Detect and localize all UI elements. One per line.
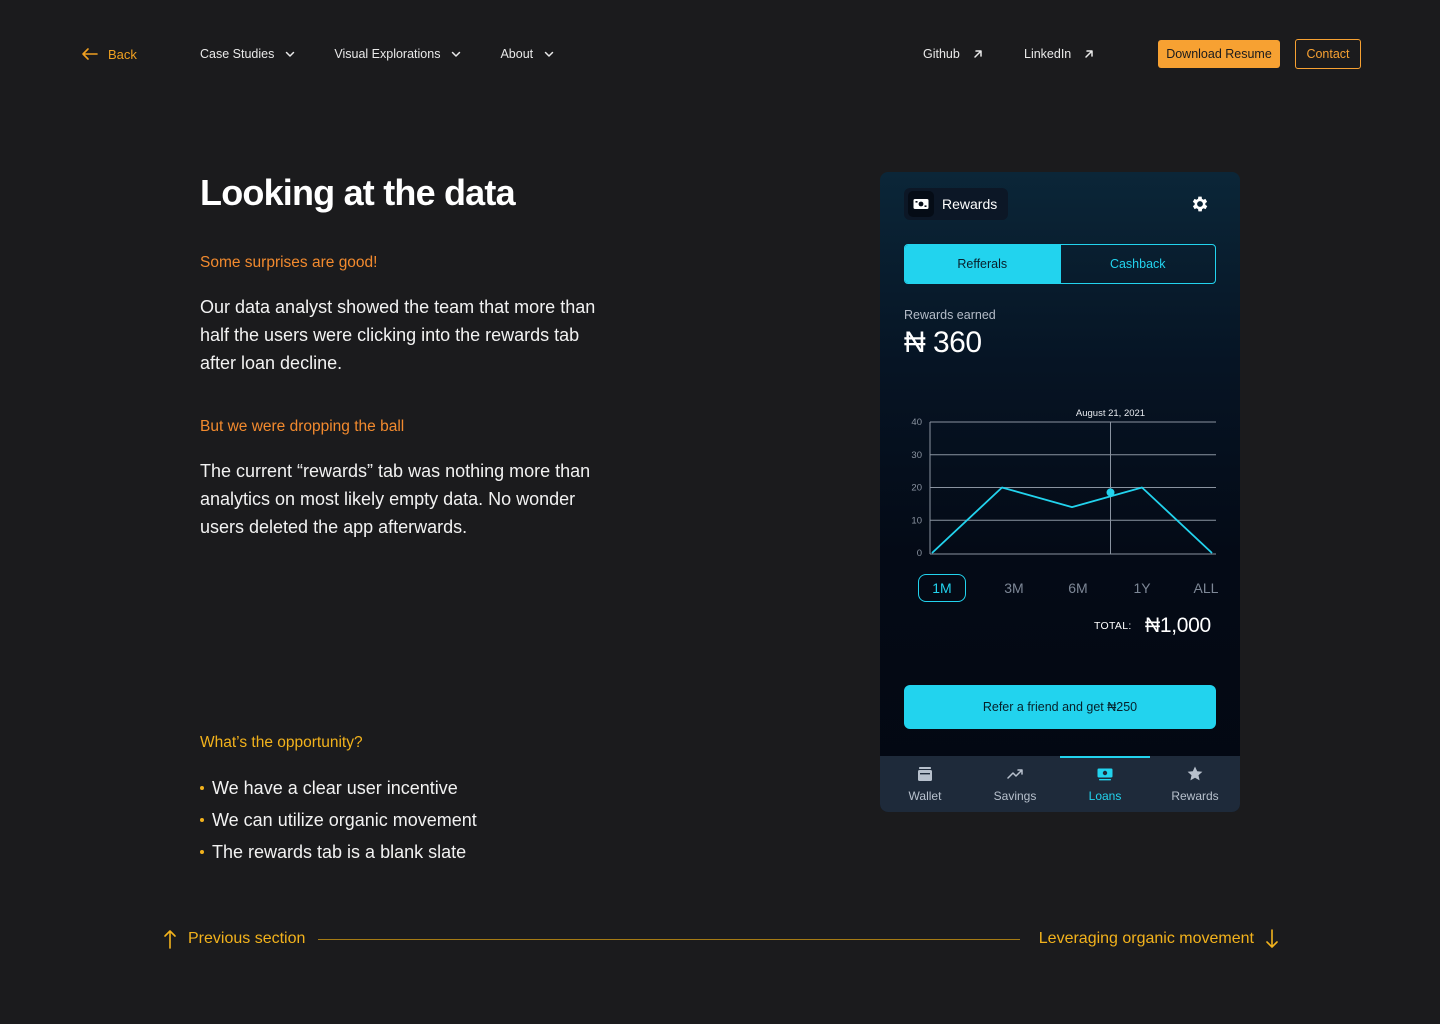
previous-section-link[interactable]: Previous section	[162, 928, 305, 950]
y-tick-label: 30	[911, 450, 922, 461]
trend-up-icon	[1007, 769, 1023, 779]
star-icon	[1187, 766, 1203, 781]
period-3m[interactable]: 3M	[982, 574, 1046, 602]
tab-loans[interactable]: Loans	[1060, 756, 1150, 812]
back-link[interactable]: Back	[80, 44, 137, 64]
opportunity-list: We have a clear user incentive We can ut…	[200, 772, 477, 868]
external-arrow-icon	[974, 50, 982, 58]
rewards-line-chart: 0 10 20 30 40 August 21, 2021	[911, 408, 1216, 559]
previous-section-label: Previous section	[188, 930, 306, 947]
rewards-header-title: Rewards	[942, 196, 998, 212]
tab-label: Rewards	[1171, 789, 1219, 803]
menu-item-about[interactable]: About	[500, 44, 555, 64]
bullet-dot	[200, 786, 204, 790]
refer-friend-button[interactable]: Refer a friend and get ₦250	[904, 685, 1216, 729]
subheading-opportunity: What’s the opportunity?	[200, 734, 363, 751]
subheading-surprises: Some surprises are good!	[200, 254, 378, 271]
github-label: Github	[923, 47, 960, 61]
bullet-dot	[200, 850, 204, 854]
list-item: The rewards tab is a blank slate	[200, 836, 477, 868]
menu-item-case-studies[interactable]: Case Studies	[200, 44, 296, 64]
bullet-dot	[200, 818, 204, 822]
period-6m[interactable]: 6M	[1046, 574, 1110, 602]
menu-item-visual-explorations[interactable]: Visual Explorations	[334, 44, 462, 64]
list-item: We can utilize organic movement	[200, 804, 477, 836]
linkedin-label: LinkedIn	[1024, 47, 1072, 61]
highlight-date-label: August 21, 2021	[1076, 408, 1145, 419]
period-selector: 1M 3M 6M 1Y ALL	[918, 574, 1238, 602]
active-tab-indicator	[1060, 756, 1150, 758]
arrow-down-icon	[1266, 929, 1278, 948]
menu-item-label: About	[500, 47, 534, 61]
total-value: ₦1,000	[1145, 614, 1211, 637]
page-title: Looking at the data	[200, 172, 516, 213]
external-arrow-icon	[1085, 50, 1094, 58]
rewards-phone-mockup: Rewards Refferals Cashback Rewards earne…	[880, 172, 1240, 812]
tab-savings[interactable]: Savings	[970, 756, 1060, 812]
bottom-tab-bar: Wallet Savings Loans Rewards	[880, 756, 1240, 812]
menu-item-label: Case Studies	[200, 47, 275, 61]
linkedin-link[interactable]: LinkedIn	[1024, 44, 1095, 64]
cash-icon	[908, 191, 934, 217]
gear-icon[interactable]	[1190, 194, 1210, 214]
list-item: We have a clear user incentive	[200, 772, 477, 804]
rewards-segmented-tabs: Refferals Cashback	[904, 244, 1216, 284]
cash-icon	[1097, 768, 1113, 781]
tab-label: Wallet	[908, 789, 942, 803]
menu-item-label: Visual Explorations	[334, 47, 441, 61]
chevron-down-icon	[544, 51, 554, 57]
y-tick-label: 20	[911, 483, 922, 494]
rewards-earned-label: Rewards earned	[904, 308, 996, 322]
top-nav: Back Case Studies Visual Explorations Ab…	[0, 0, 1440, 108]
footer-divider-line	[318, 939, 1020, 940]
tab-label: Loans	[1088, 789, 1122, 803]
rewards-earned-value: ₦ 360	[904, 326, 982, 359]
tab-label: Savings	[993, 789, 1037, 803]
tab-rewards[interactable]: Rewards	[1150, 756, 1240, 812]
y-tick-label: 0	[917, 548, 922, 559]
total-label: TOTAL:	[1094, 620, 1132, 632]
github-link[interactable]: Github	[923, 44, 984, 64]
next-section-link[interactable]: Leveraging organic movement	[1039, 928, 1280, 950]
chevron-down-icon	[452, 51, 461, 57]
wallet-icon	[918, 767, 932, 781]
list-item-text: We have a clear user incentive	[212, 778, 458, 798]
rewards-header: Rewards	[904, 188, 1008, 220]
arrow-up-icon	[164, 930, 176, 949]
contact-button[interactable]: Contact	[1295, 39, 1361, 69]
next-section-label: Leveraging organic movement	[1038, 930, 1254, 947]
period-all[interactable]: ALL	[1174, 574, 1238, 602]
paragraph-analyst: Our data analyst showed the team that mo…	[200, 297, 596, 373]
tab-cashback[interactable]: Cashback	[1059, 245, 1216, 283]
list-item-text: We can utilize organic movement	[212, 810, 477, 830]
main-menu: Case Studies Visual Explorations About	[200, 44, 593, 64]
period-1m[interactable]: 1M	[918, 574, 966, 602]
paragraph-rewards-tab: The current “rewards” tab was nothing mo…	[200, 461, 591, 537]
list-item-text: The rewards tab is a blank slate	[212, 842, 467, 862]
back-label: Back	[108, 46, 137, 62]
download-resume-button[interactable]: Download Resume	[1158, 40, 1280, 68]
y-tick-label: 10	[911, 515, 922, 526]
tab-wallet[interactable]: Wallet	[880, 756, 970, 812]
period-1y[interactable]: 1Y	[1110, 574, 1174, 602]
highlight-point	[1106, 488, 1115, 497]
section-footer-nav: Previous section Leveraging organic move…	[0, 920, 1440, 960]
chevron-down-icon	[286, 51, 295, 57]
arrow-left-icon	[82, 48, 98, 60]
tab-refferals[interactable]: Refferals	[905, 245, 1060, 283]
subheading-dropping-ball: But we were dropping the ball	[200, 418, 405, 435]
y-tick-label: 40	[911, 417, 922, 428]
